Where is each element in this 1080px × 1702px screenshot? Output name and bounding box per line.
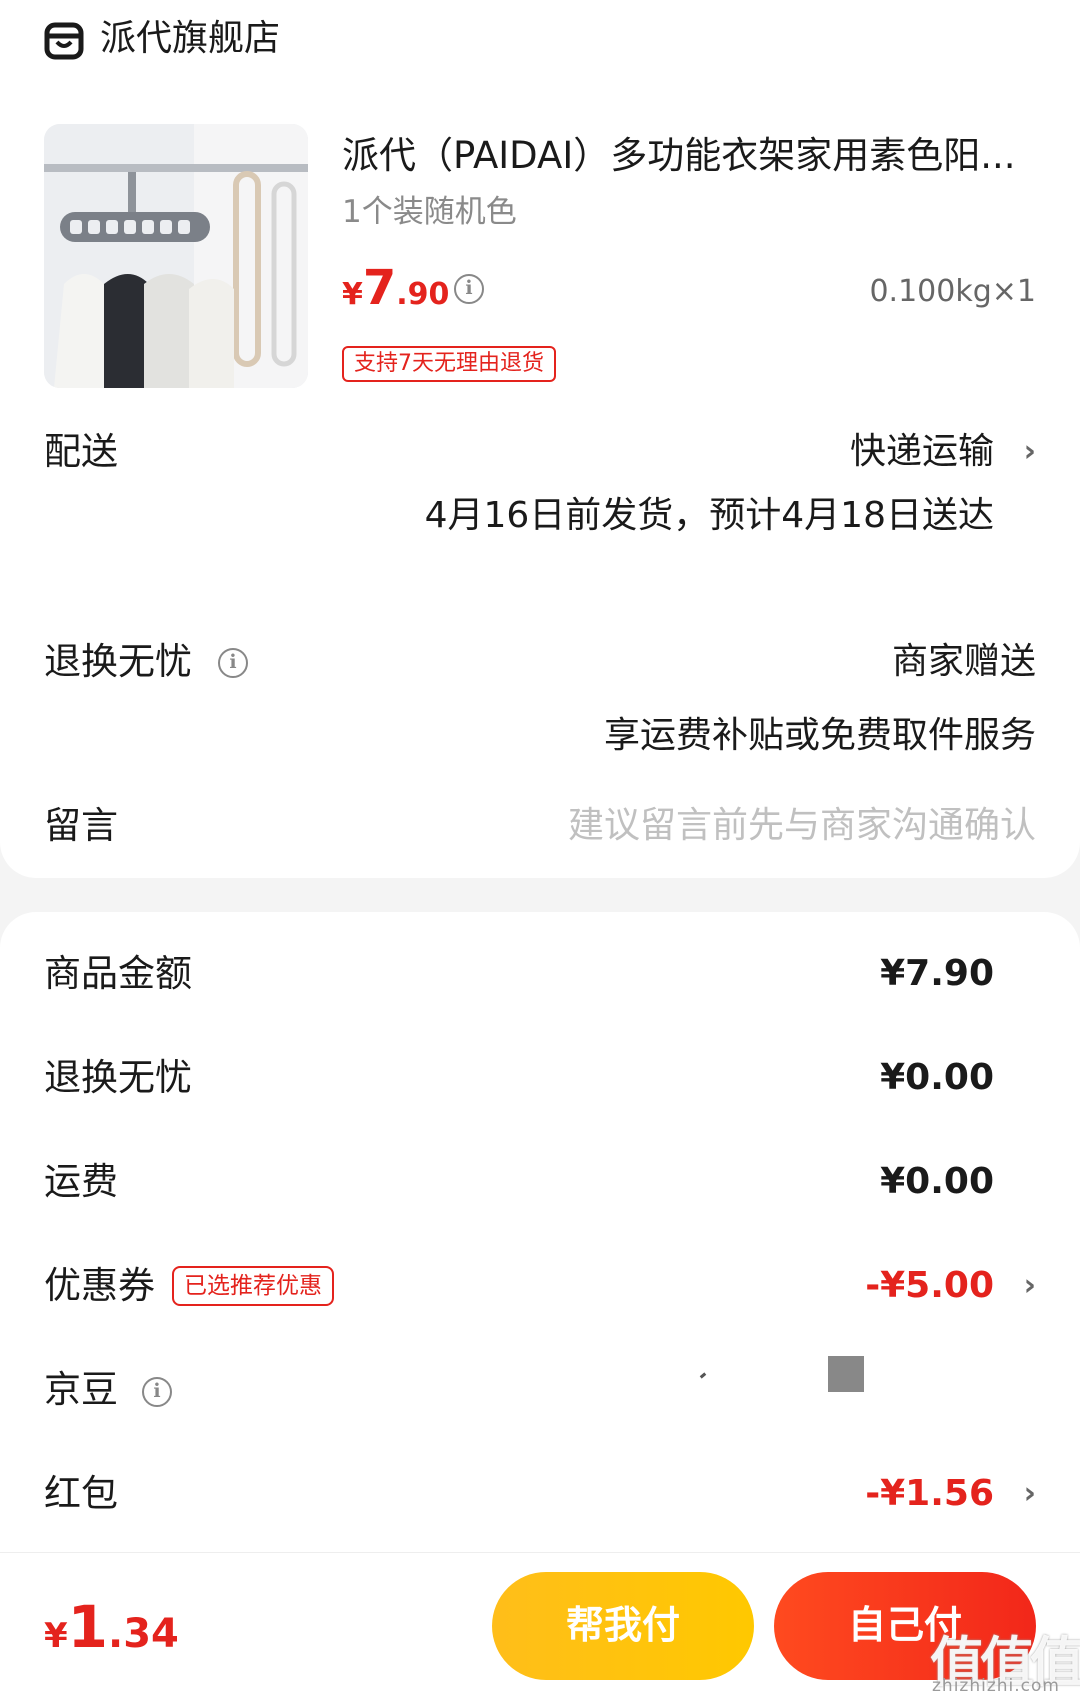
goods-amount-label: 商品金额 — [44, 952, 192, 995]
price-summary-card — [0, 912, 1080, 1552]
return-service-detail: 享运费补贴或免费取件服务 — [603, 715, 1036, 756]
product-thumbnail[interactable] — [44, 124, 308, 388]
price-integer: 7 — [362, 260, 397, 316]
redpacket-chevron-icon[interactable]: › — [1024, 1468, 1036, 1520]
product-price: ¥7.90 — [342, 258, 449, 329]
product-quantity: 0.100kg×1 — [869, 274, 1036, 309]
coupon-recommended-tag: 已选推荐优惠 — [172, 1266, 334, 1306]
return-service-info-icon[interactable]: i — [218, 648, 248, 678]
shipping-fee-label: 运费 — [44, 1160, 118, 1203]
redpacket-value[interactable]: -¥1.56 — [865, 1468, 994, 1520]
coupon-label: 优惠券 — [44, 1264, 155, 1307]
help-me-pay-button[interactable]: 帮我付 — [492, 1572, 754, 1680]
coupon-value[interactable]: -¥5.00 — [865, 1260, 994, 1312]
message-input[interactable]: 建议留言前先与商家沟通确认 — [568, 800, 1036, 852]
return-service-label: 退换无忧 — [44, 640, 192, 683]
return-fee-label: 退换无忧 — [44, 1056, 192, 1099]
price-decimal: .90 — [396, 277, 450, 312]
total-price: ¥1.34 — [44, 1592, 179, 1677]
total-decimal: .34 — [108, 1611, 179, 1657]
total-integer: 1 — [67, 1593, 109, 1661]
price-info-icon[interactable]: i — [454, 274, 484, 304]
message-label: 留言 — [44, 804, 118, 847]
return-fee-value: ¥0.00 — [880, 1057, 994, 1098]
product-image — [44, 124, 308, 388]
product-title[interactable]: 派代（PAIDAI）多功能衣架家用素色阳... — [342, 130, 1032, 182]
coupon-chevron-icon[interactable]: › — [1024, 1260, 1036, 1312]
return-service-value: 商家赠送 — [891, 641, 1036, 682]
return-policy-badge: 支持7天无理由退货 — [342, 346, 556, 382]
total-currency: ¥ — [44, 1616, 68, 1656]
goods-amount-value: ¥7.90 — [880, 953, 994, 994]
store-icon — [44, 22, 84, 60]
delivery-schedule: 4月16日前发货，预计4月18日送达 — [424, 495, 994, 536]
jingdou-info-icon[interactable]: i — [142, 1377, 172, 1407]
store-name[interactable]: 派代旗舰店 — [100, 14, 280, 64]
product-spec: 1个装随机色 — [342, 194, 517, 230]
price-currency: ¥ — [342, 277, 363, 312]
delivery-chevron-icon[interactable]: › — [1024, 426, 1036, 478]
watermark-url: zhizhizhi.com — [932, 1676, 1060, 1696]
redaction-square — [828, 1356, 864, 1392]
delivery-label: 配送 — [44, 430, 118, 473]
delivery-method[interactable]: 快递运输 — [850, 426, 994, 478]
jingdou-label: 京豆 — [44, 1368, 118, 1411]
redpacket-label: 红包 — [44, 1472, 118, 1515]
shipping-fee-value: ¥0.00 — [880, 1161, 994, 1202]
